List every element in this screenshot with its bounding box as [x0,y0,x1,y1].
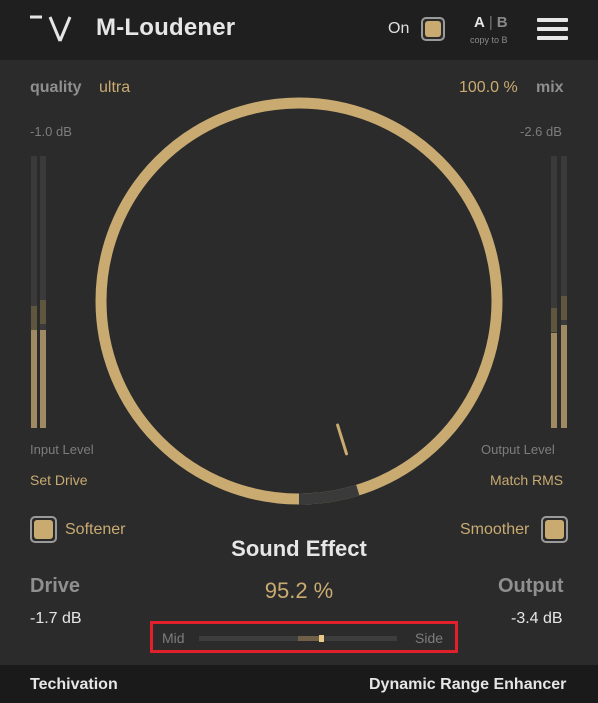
output-label: Output [498,575,564,597]
output-meter-left [551,156,557,428]
dial-ring [95,97,503,505]
mid-side-slider[interactable] [199,635,397,642]
set-drive-button[interactable]: Set Drive [30,472,88,488]
power-toggle-fill [425,21,441,37]
dial-remaining-arc [298,484,360,505]
dial-pointer [336,423,348,456]
on-label: On [388,20,410,37]
power-toggle[interactable] [421,17,445,41]
hamburger-menu-icon[interactable] [537,18,568,40]
drive-value[interactable]: -1.7 dB [30,610,82,628]
side-label: Side [415,630,444,646]
brand-name: Techivation [30,676,118,693]
ab-switch[interactable]: A | B [474,14,508,31]
ab-separator: | [488,14,493,31]
mid-side-fill [298,636,322,641]
quality-selector[interactable]: ultra [99,79,130,97]
footer: Techivation Dynamic Range Enhancer [0,665,598,703]
input-level-label: Input Level [30,442,94,457]
top-bar: M-Loudener On A | B copy to B [0,0,598,60]
mix-value[interactable]: 100.0 % [459,79,518,97]
output-peak-readout: -2.6 dB [520,124,562,139]
drive-label: Drive [30,575,81,597]
mid-side-handle[interactable] [319,635,325,642]
product-name: Dynamic Range Enhancer [369,676,567,693]
mid-label: Mid [162,630,185,646]
sound-effect-dial[interactable] [94,96,504,506]
ab-a-label[interactable]: A [474,14,485,31]
app-title: M-Loudener [96,14,236,41]
ab-b-label[interactable]: B [497,14,508,31]
input-meter-left [31,156,37,428]
mid-side-control: Mid Side [150,621,458,653]
mix-label: mix [536,79,564,96]
effect-name: Sound Effect [231,536,367,561]
output-meter-right [561,156,567,428]
input-meter-right [40,156,46,428]
copy-to-b-button[interactable]: copy to B [470,35,508,45]
quality-label: quality [30,79,82,96]
techivation-logo-icon [30,15,72,42]
input-peak-readout: -1.0 dB [30,124,72,139]
output-value[interactable]: -3.4 dB [511,610,563,628]
